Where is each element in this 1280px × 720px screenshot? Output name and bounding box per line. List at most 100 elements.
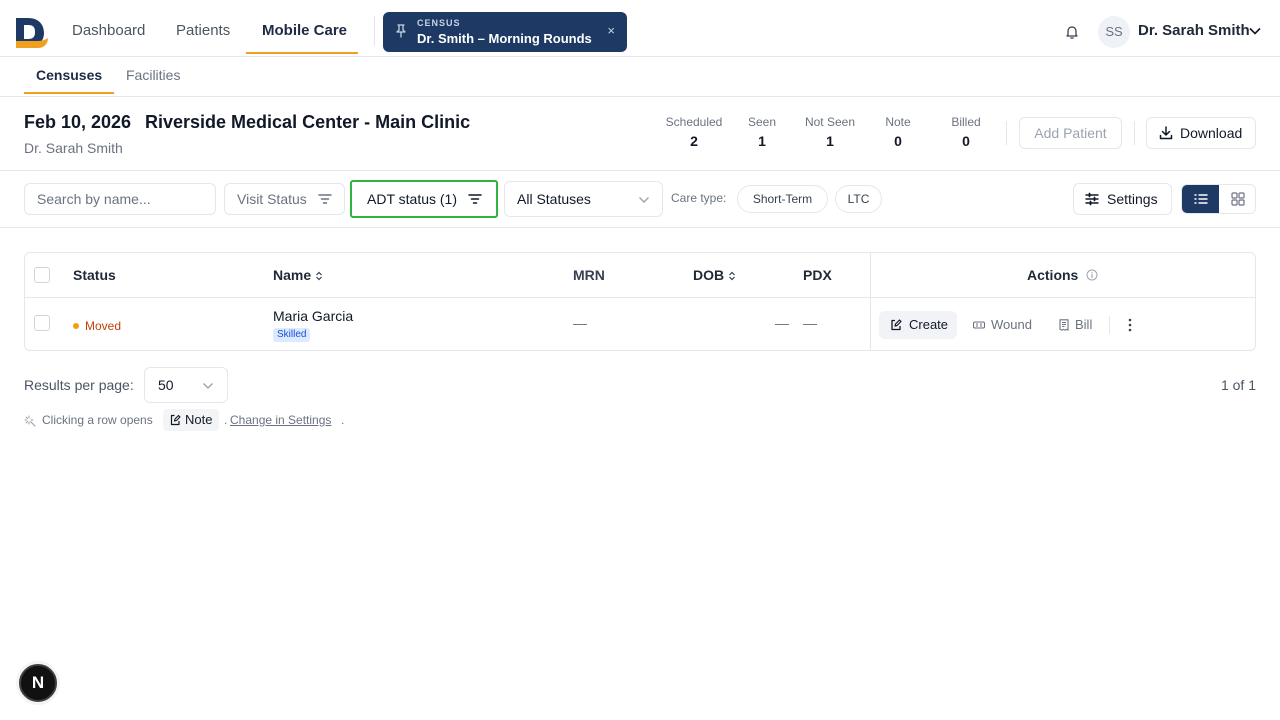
settings-label: Settings xyxy=(1107,191,1158,207)
stat-seen: Seen 1 xyxy=(745,115,779,149)
filter-icon xyxy=(318,194,332,204)
hint-target-label: Note xyxy=(185,412,213,427)
stat-value: 1 xyxy=(826,133,834,149)
visit-status-label: Visit Status xyxy=(237,191,307,207)
chevron-down-icon xyxy=(639,197,649,203)
results-per-page-select[interactable]: 50 xyxy=(144,367,228,403)
edit-note-icon xyxy=(170,414,181,426)
mrn-value: — xyxy=(573,315,587,331)
add-patient-button[interactable]: Add Patient xyxy=(1019,117,1122,149)
download-icon xyxy=(1159,126,1173,140)
column-header-dob[interactable]: DOB xyxy=(693,267,736,283)
visit-status-filter-button[interactable]: Visit Status xyxy=(224,183,345,215)
status-badge: Moved xyxy=(73,319,121,333)
stat-label: Billed xyxy=(951,115,981,129)
stat-label: Note xyxy=(885,115,911,129)
census-date: Feb 10, 2026 xyxy=(24,112,132,132)
create-label: Create xyxy=(909,317,949,332)
filter-icon xyxy=(468,194,482,204)
header-divider xyxy=(1134,121,1135,145)
tab-active-indicator xyxy=(24,92,114,94)
active-census-pill[interactable]: CENSUS Dr. Smith – Morning Rounds × xyxy=(383,12,627,52)
column-header-name[interactable]: Name xyxy=(273,267,323,283)
hint-target-chip: Note xyxy=(163,409,220,431)
stat-value: 1 xyxy=(758,133,766,149)
results-per-page-value: 50 xyxy=(158,377,174,393)
provider-name: Dr. Sarah Smith xyxy=(24,140,123,156)
download-button[interactable]: Download xyxy=(1146,117,1256,149)
nav-active-indicator xyxy=(246,52,358,54)
status-select-value: All Statuses xyxy=(517,191,591,207)
list-view-button[interactable] xyxy=(1182,185,1219,213)
status-text: Moved xyxy=(85,319,122,333)
grid-view-button[interactable] xyxy=(1219,185,1255,213)
view-toggle xyxy=(1181,184,1256,214)
status-dot xyxy=(73,323,79,329)
info-icon[interactable] xyxy=(1086,269,1098,281)
sort-icon xyxy=(316,271,323,281)
stat-billed: Billed 0 xyxy=(946,115,986,149)
column-header-pdx: PDX xyxy=(803,267,832,283)
header-row-divider xyxy=(25,297,1255,298)
hint-separator: . xyxy=(224,413,228,427)
column-header-actions-label: Actions xyxy=(1027,267,1079,283)
hint-suffix: . xyxy=(341,413,345,427)
wound-label: Wound xyxy=(991,317,1032,332)
sliders-icon xyxy=(1085,192,1099,206)
stat-note: Note 0 xyxy=(880,115,916,149)
stat-label: Seen xyxy=(747,115,777,129)
bell-icon[interactable] xyxy=(1064,24,1080,40)
bandage-icon xyxy=(973,321,985,329)
nav-mobile-care[interactable]: Mobile Care xyxy=(262,0,347,54)
column-header-name-label: Name xyxy=(273,267,312,283)
pin-icon xyxy=(396,24,406,38)
wound-button[interactable]: Wound xyxy=(973,311,1035,339)
nav-patients[interactable]: Patients xyxy=(176,0,230,54)
adt-status-filter-button[interactable]: ADT status (1) xyxy=(350,180,498,218)
hint-prefix: Clicking a row opens xyxy=(42,413,153,427)
settings-button[interactable]: Settings xyxy=(1073,183,1172,215)
receipt-icon xyxy=(1059,319,1069,331)
facility-name: Riverside Medical Center - Main Clinic xyxy=(145,112,471,132)
d-logo-icon[interactable] xyxy=(16,16,48,48)
column-header-dob-label: DOB xyxy=(693,267,725,283)
bill-button[interactable]: Bill xyxy=(1058,311,1098,339)
tab-facilities[interactable]: Facilities xyxy=(126,67,180,83)
search-input[interactable] xyxy=(24,183,216,215)
stat-value: 2 xyxy=(690,133,698,149)
sort-icon xyxy=(729,271,736,281)
nav-dashboard[interactable]: Dashboard xyxy=(72,0,145,54)
more-options-icon[interactable] xyxy=(1123,316,1137,334)
actions-divider xyxy=(1109,316,1110,334)
select-all-checkbox[interactable] xyxy=(34,267,50,283)
close-icon[interactable]: × xyxy=(607,23,615,38)
column-header-actions: Actions xyxy=(1027,267,1098,283)
stat-value: 0 xyxy=(962,133,970,149)
status-select[interactable]: All Statuses xyxy=(504,181,663,217)
sparkle-icon xyxy=(24,415,36,427)
chevron-down-icon[interactable] xyxy=(1249,27,1261,35)
create-note-button[interactable]: Create xyxy=(879,311,957,339)
download-label: Download xyxy=(1180,125,1243,141)
census-title: Dr. Smith – Morning Rounds xyxy=(417,31,592,46)
dev-tools-badge[interactable]: N xyxy=(19,664,57,702)
sub-tabs: Censuses Facilities xyxy=(0,57,1280,97)
dob-value: — xyxy=(775,315,789,331)
care-type-chip-ltc[interactable]: LTC xyxy=(835,185,882,213)
stat-value: 0 xyxy=(894,133,902,149)
actions-column-divider xyxy=(870,253,871,350)
tab-censuses[interactable]: Censuses xyxy=(36,67,102,83)
care-type-chip-short-term[interactable]: Short-Term xyxy=(737,185,828,213)
user-name[interactable]: Dr. Sarah Smith xyxy=(1138,22,1250,39)
care-type-label: Care type: xyxy=(671,191,727,205)
avatar[interactable]: SS xyxy=(1098,16,1130,48)
chevron-down-icon xyxy=(203,383,213,389)
change-in-settings-link[interactable]: Change in Settings xyxy=(230,413,331,427)
care-level-badge: Skilled xyxy=(273,328,311,342)
row-checkbox[interactable] xyxy=(34,315,50,331)
stat-label: Scheduled xyxy=(665,115,723,129)
header-divider-line xyxy=(0,170,1280,171)
patient-name[interactable]: Maria Garcia xyxy=(273,308,353,324)
list-icon xyxy=(1194,194,1208,204)
column-header-status: Status xyxy=(73,267,116,283)
